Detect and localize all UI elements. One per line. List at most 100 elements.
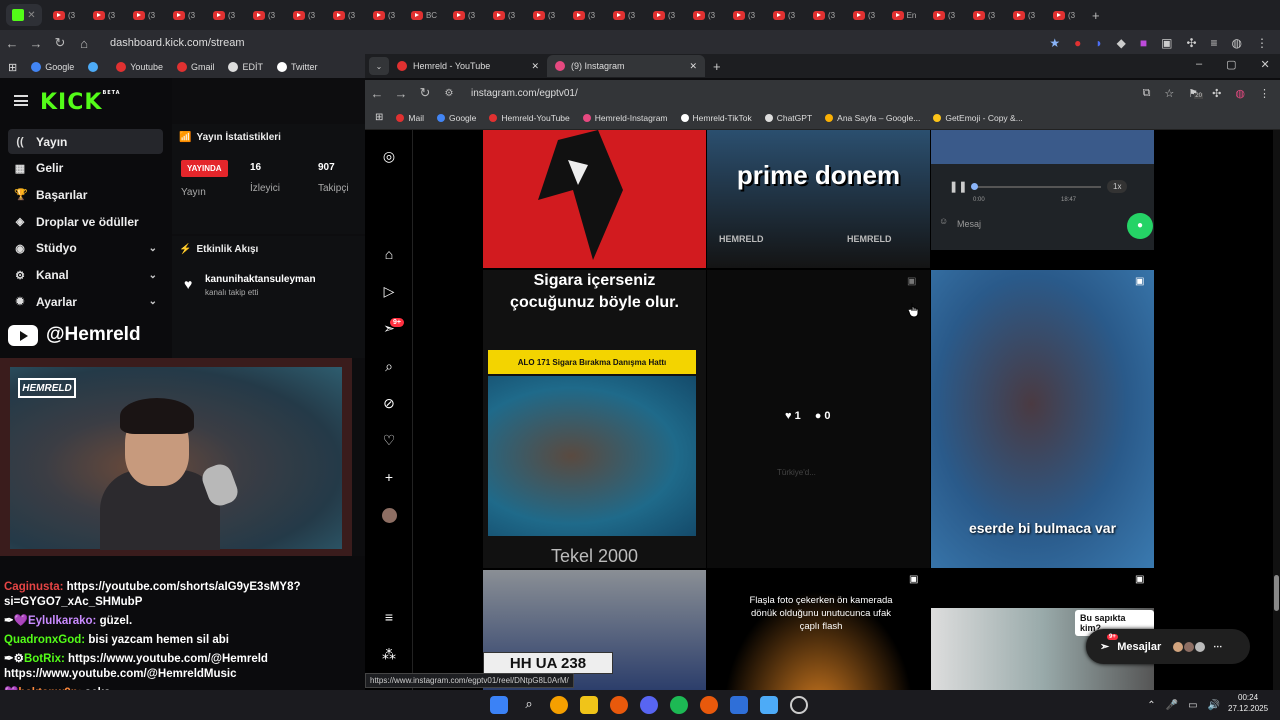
bookmark[interactable]: Hemreld-YouTube (489, 113, 570, 123)
extension-icon[interactable]: ■ (1140, 36, 1147, 50)
extension-icon[interactable]: ◗ (1095, 36, 1102, 50)
audio-knob[interactable] (971, 183, 978, 190)
activity-user[interactable]: kanunihaktansuleyman (205, 274, 316, 285)
chevron-down-icon[interactable]: ⌄ (149, 296, 157, 307)
mic-icon[interactable]: 🎤 (1166, 700, 1178, 711)
bookmark[interactable]: Youtube (116, 62, 163, 72)
scrollbar-thumb[interactable] (1274, 575, 1279, 611)
back-icon[interactable]: ← (0, 36, 24, 51)
inner-url-field[interactable]: instagram.com/egptv01/ (471, 88, 578, 99)
message-input[interactable]: Mesaj (957, 219, 981, 229)
browser-tab[interactable]: (3 (166, 4, 202, 26)
menu-icon[interactable]: ≡ (381, 609, 397, 625)
apps-icon[interactable]: ⊞ (375, 112, 383, 123)
chat-username[interactable]: QuadronxGod: (4, 634, 85, 646)
post-tile[interactable]: ♥ 1 ● 0 Türkiye'd... ▣ (707, 270, 930, 568)
post-tile[interactable]: ▣ Flaşla foto çekerken ön kamerada dönük… (707, 570, 930, 690)
post-tile[interactable]: ▣ eserde bi bulmaca var (931, 270, 1154, 568)
inner-browser-tab[interactable]: Hemreld - YouTube ✕ (389, 55, 547, 77)
post-tile[interactable]: prime donem HEMRELD HEMRELD (707, 130, 930, 268)
bookmark[interactable]: Google (31, 62, 74, 72)
maximize-icon[interactable]: ▢ (1226, 58, 1236, 71)
volume-icon[interactable]: 🔊 (1208, 700, 1220, 711)
browser-tab[interactable]: (3 (206, 4, 242, 26)
forward-icon[interactable]: → (24, 36, 48, 51)
kick-menu-item[interactable]: 🏆 Başarılar (8, 182, 163, 207)
browser-tab[interactable]: En (886, 4, 922, 26)
puzzle-icon[interactable]: ✣ (1186, 36, 1196, 50)
install-icon[interactable]: ⧉ (1143, 87, 1151, 100)
browser-tab[interactable]: (3 (966, 4, 1002, 26)
post-tile[interactable]: Sigara içerseniz çocuğunuz böyle olur. A… (483, 270, 706, 568)
chat-username[interactable]: Eylulkarako: (28, 615, 96, 627)
browser-tab[interactable]: BC (406, 4, 442, 26)
browser-tab[interactable]: (3 (726, 4, 762, 26)
kick-menu-item[interactable]: ✹ Ayarlar ⌄ (8, 289, 163, 314)
bookmark[interactable]: Hemreld-TikTok (680, 113, 752, 123)
chevron-up-icon[interactable]: ⌃ (1147, 700, 1155, 711)
post-tile[interactable]: HH UA 238 (483, 570, 706, 690)
profile-icon[interactable]: ◍ (1235, 87, 1245, 100)
kick-menu-item[interactable]: ◉ Stüdyo ⌄ (8, 236, 163, 261)
network-icon[interactable]: ▭ (1188, 700, 1197, 711)
chevron-down-icon[interactable]: ⌄ (149, 270, 157, 281)
windows-start-icon[interactable] (490, 696, 508, 714)
site-info-icon[interactable]: ⚙ (437, 88, 461, 99)
extension-icon[interactable]: ⚑ 20 (1188, 87, 1203, 100)
app-icon[interactable] (790, 696, 808, 714)
profile-avatar[interactable] (382, 508, 397, 523)
more-icon[interactable]: ⋮ (1259, 87, 1270, 100)
search-icon[interactable]: ⌕ (381, 358, 397, 374)
bookmark[interactable]: GetEmoji - Copy &... (933, 113, 1023, 123)
messages-button[interactable]: ➣ 9+ Mesajlar ⋯ (1086, 629, 1250, 664)
reels-icon[interactable]: ▷ (381, 283, 397, 299)
chevron-down-icon[interactable]: ⌄ (149, 243, 157, 254)
reading-list-icon[interactable]: ▣ (1161, 36, 1172, 50)
file-explorer-icon[interactable] (580, 696, 598, 714)
chat-username[interactable]: Caginusta: (4, 581, 63, 593)
discord-icon[interactable] (640, 696, 658, 714)
bookmark[interactable]: EDİT (228, 62, 263, 72)
audio-progress[interactable] (973, 186, 1101, 188)
kick-menu-item[interactable]: ((Yayın (8, 129, 163, 154)
new-tab-icon[interactable]: + (713, 59, 721, 74)
browser-tab[interactable]: (3 (86, 4, 122, 26)
browser-tab[interactable]: (3 (446, 4, 482, 26)
new-tab-icon[interactable]: + (1092, 8, 1100, 23)
browser-tab[interactable]: (3 (526, 4, 562, 26)
spotify-icon[interactable] (670, 696, 688, 714)
taskbar-clock[interactable]: 00:24 27.12.2025 (1228, 692, 1268, 714)
browser-tab[interactable]: (3 (326, 4, 362, 26)
heart-icon[interactable]: ♡ (381, 432, 397, 448)
browser-tab[interactable]: (3 (766, 4, 802, 26)
pause-icon[interactable]: ❚❚ (949, 180, 967, 193)
close-icon[interactable]: ✕ (1261, 58, 1270, 71)
star-outline-icon[interactable]: ☆ (1164, 87, 1174, 100)
kick-menu-item[interactable]: ⚙ Kanal ⌄ (8, 263, 163, 288)
extension-icon[interactable]: ● (1074, 36, 1081, 50)
browser-tab[interactable]: (3 (1046, 4, 1082, 26)
kick-tab[interactable]: ✕ (6, 4, 42, 26)
browser-tab[interactable]: (3 (806, 4, 842, 26)
bookmark[interactable]: Mail (396, 113, 424, 123)
profile-icon[interactable]: ◍ (1232, 36, 1242, 50)
instagram-logo-icon[interactable]: ◎ (381, 148, 397, 164)
extension-icon[interactable]: ◆ (1117, 36, 1126, 50)
app-icon[interactable] (730, 696, 748, 714)
browser-tab[interactable]: (3 (686, 4, 722, 26)
close-tab-icon[interactable]: ✕ (689, 61, 697, 72)
browser-tab[interactable]: (3 (606, 4, 642, 26)
kick-logo[interactable]: KICKBETA (40, 90, 121, 115)
explore-icon[interactable]: ⊘ (381, 395, 397, 411)
home-icon[interactable]: ⌂ (72, 36, 96, 51)
apps-icon[interactable]: ⊞ (8, 61, 17, 74)
post-tile[interactable]: ❚❚ 0:00 18:47 1x ☺ Mesaj ● (931, 130, 1154, 250)
audio-speed[interactable]: 1x (1107, 180, 1128, 193)
tab-search-icon[interactable]: ⌄ (369, 57, 389, 75)
meta-apps-icon[interactable]: ⁂ (381, 646, 397, 662)
bookmark[interactable]: ChatGPT (764, 113, 812, 123)
bookmark[interactable]: Twitter (277, 62, 318, 72)
bookmark[interactable]: Google (436, 113, 476, 123)
browser-tab[interactable]: (3 (486, 4, 522, 26)
close-tab-icon[interactable]: ✕ (531, 61, 539, 72)
